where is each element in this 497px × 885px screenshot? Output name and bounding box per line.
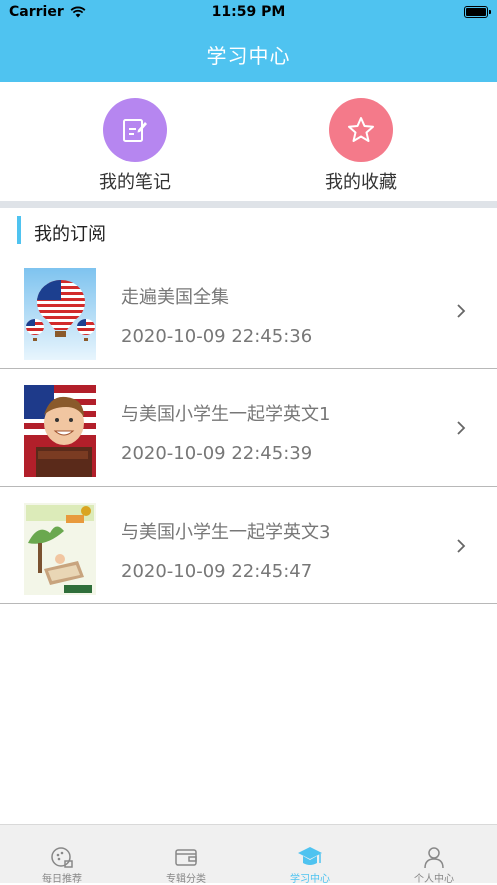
subscription-date: 2020-10-09 22:45:47 [121, 561, 313, 582]
section-accent-bar [17, 216, 21, 244]
my-notes-button[interactable]: 我的笔记 [75, 98, 195, 194]
my-favorites-button[interactable]: 我的收藏 [301, 98, 421, 194]
tab-bar: 每日推荐 专辑分类 学习中心 个人中心 [0, 824, 497, 885]
book-cover-image [24, 503, 96, 595]
shortcut-panel: 我的笔记 我的收藏 [0, 82, 497, 200]
section-title: 我的订阅 [34, 224, 106, 245]
my-notes-label: 我的笔记 [99, 172, 171, 193]
notes-circle [103, 98, 167, 162]
section-header: 我的订阅 [0, 208, 497, 252]
recommend-icon [51, 847, 73, 868]
star-icon [348, 117, 374, 142]
person-icon [424, 847, 444, 869]
favorites-circle [329, 98, 393, 162]
note-edit-icon [123, 119, 147, 142]
wallet-icon [175, 849, 197, 866]
section-divider [0, 201, 497, 208]
tab-study-center[interactable]: 学习中心 [248, 825, 372, 885]
chevron-right-icon [457, 539, 466, 553]
chevron-right-icon [457, 304, 466, 318]
subscription-list: 走遍美国全集 2020-10-09 22:45:36 与美国小学生一起学英文1 … [0, 252, 497, 604]
list-item[interactable]: 与美国小学生一起学英文1 2020-10-09 22:45:39 [0, 369, 497, 487]
subscription-date: 2020-10-09 22:45:36 [121, 326, 313, 347]
graduation-cap-icon [298, 847, 322, 865]
status-bar: Carrier 11:59 PM [0, 0, 497, 26]
my-favorites-label: 我的收藏 [325, 172, 397, 193]
subscription-title: 与美国小学生一起学英文1 [121, 404, 331, 425]
battery-fill [466, 8, 486, 16]
page-title: 学习中心 [206, 44, 291, 68]
subscription-title: 与美国小学生一起学英文3 [121, 522, 331, 543]
boy-with-flag-image [24, 385, 96, 477]
tab-album-category[interactable]: 专辑分类 [124, 825, 248, 885]
nav-header: Carrier 11:59 PM 学习中心 [0, 0, 497, 82]
list-item[interactable]: 走遍美国全集 2020-10-09 22:45:36 [0, 252, 497, 369]
list-item[interactable]: 与美国小学生一起学英文3 2020-10-09 22:45:47 [0, 487, 497, 604]
tab-daily-recommend[interactable]: 每日推荐 [0, 825, 124, 885]
chevron-right-icon [457, 421, 466, 435]
subscription-date: 2020-10-09 22:45:39 [121, 443, 313, 464]
hot-air-balloons-image [24, 268, 96, 360]
subscription-title: 走遍美国全集 [121, 287, 229, 308]
status-time: 11:59 PM [211, 4, 286, 20]
battery-icon [464, 6, 491, 18]
tab-personal-center[interactable]: 个人中心 [372, 825, 496, 885]
